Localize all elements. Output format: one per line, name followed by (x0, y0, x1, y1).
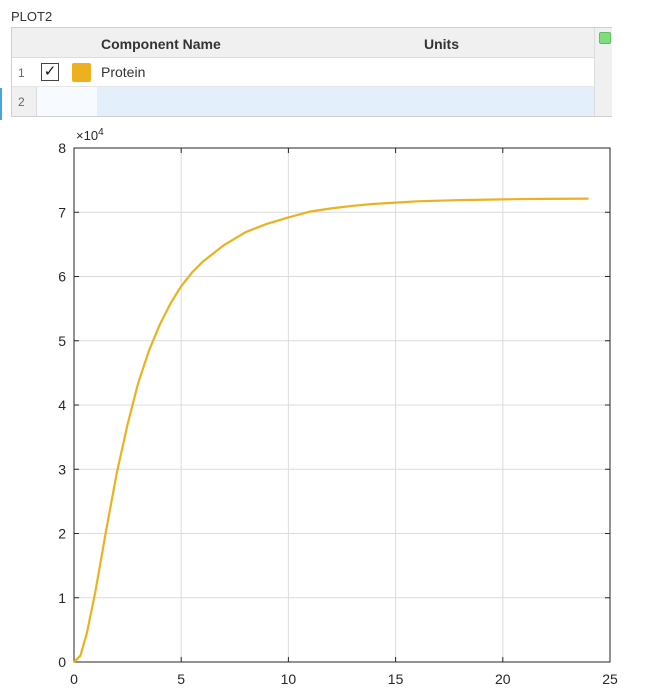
x-tick-label: 20 (495, 671, 511, 687)
y-exponent-label: ×104 (76, 127, 104, 143)
y-tick-label: 6 (58, 269, 66, 285)
y-tick-label: 3 (58, 461, 66, 477)
y-tick-labels: 0 1 2 3 4 5 6 7 8 (58, 140, 66, 670)
y-tick-label: 4 (58, 397, 66, 413)
exponent-power: 4 (98, 127, 104, 138)
x-tick-label: 0 (70, 671, 78, 687)
y-tick-label: 1 (58, 590, 66, 606)
exponent-base: ×10 (76, 128, 98, 143)
x-tick-label: 15 (388, 671, 404, 687)
y-tick-label: 8 (58, 140, 66, 156)
y-tick-label: 2 (58, 526, 66, 542)
x-tick-labels: 0 5 10 15 20 25 (70, 671, 618, 687)
x-tick-label: 10 (281, 671, 297, 687)
chart-grid (74, 148, 610, 662)
y-tick-label: 5 (58, 333, 66, 349)
y-tick-label: 7 (58, 204, 66, 220)
series-line-protein (73, 197, 589, 663)
x-tick-label: 25 (602, 671, 618, 687)
line-chart[interactable]: 0 5 10 15 20 25 012345678 ×104 (0, 0, 645, 695)
y-tick-label: 0 (58, 654, 66, 670)
x-tick-label: 5 (177, 671, 185, 687)
